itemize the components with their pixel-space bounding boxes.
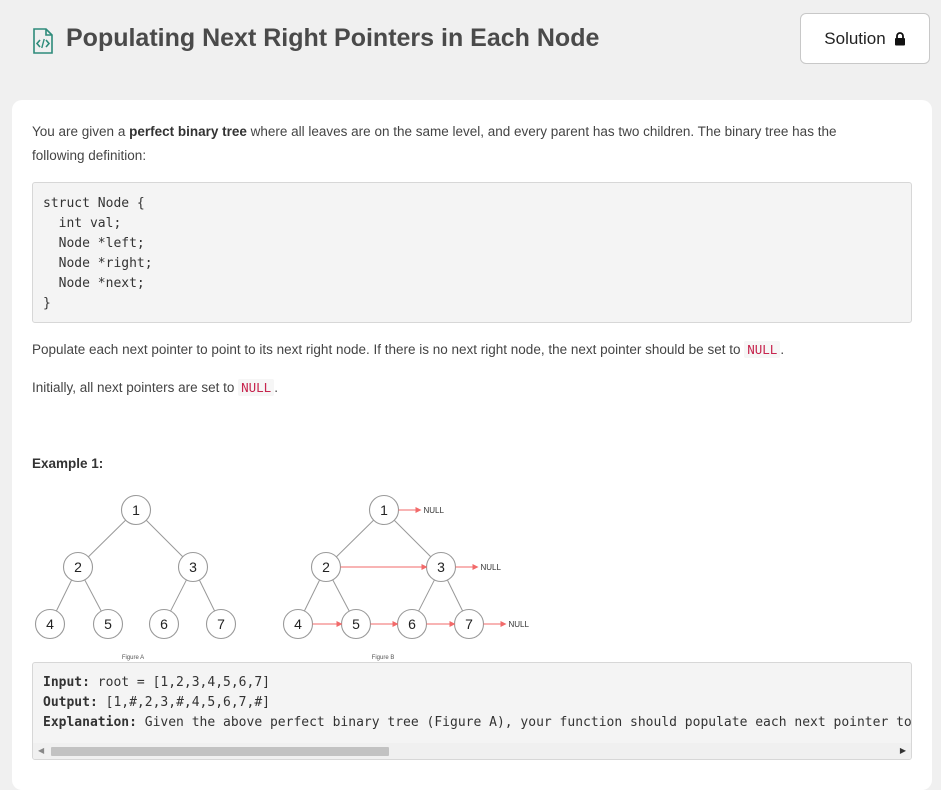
chevron-left-icon[interactable]: ◀	[38, 746, 44, 755]
figure-a-edge	[87, 519, 127, 558]
figure-a-node-label: 3	[189, 559, 197, 575]
figure-a-node-label: 2	[74, 559, 82, 575]
figure-b-node-label: 3	[437, 559, 445, 575]
figure-a-node-label: 5	[104, 616, 112, 632]
null-inline-code: NULL	[238, 379, 275, 396]
populate-paragraph: Populate each next pointer to point to i…	[32, 339, 784, 361]
figure-a-edge	[170, 579, 187, 612]
figure-b-edge	[393, 519, 432, 558]
output-value: [1,#,2,3,#,4,5,6,7,#]	[97, 695, 270, 710]
figure-a-node-label: 7	[217, 616, 225, 632]
figure-a-edge	[198, 579, 216, 612]
figure-b-edge	[446, 579, 464, 612]
output-label: Output:	[43, 695, 98, 710]
figure-b-node-label: 1	[380, 502, 388, 518]
null-label: NULL	[509, 620, 530, 629]
example-title: Example 1:	[32, 456, 104, 471]
explanation-label: Explanation:	[43, 715, 137, 730]
initial-text: Initially, all next pointers are set to	[32, 380, 239, 395]
example-io-block: Input: root = [1,2,3,4,5,6,7] Output: [1…	[32, 662, 912, 760]
tree-diagram: 1 2 3 4 5 6 7 1 2 3 4 5 6 7 NULL NULL NULL Figure A Figure…	[34, 494, 530, 661]
chevron-right-icon[interactable]: ▶	[900, 746, 906, 755]
input-line: Input: root = [1,2,3,4,5,6,7]	[43, 673, 911, 693]
description-bold-text: perfect binary tree	[129, 124, 247, 139]
figure-b-node-label: 6	[408, 616, 416, 632]
populate-text: Populate each next pointer to point to i…	[32, 342, 745, 357]
input-value: root = [1,2,3,4,5,6,7]	[89, 675, 270, 690]
null-label: NULL	[481, 563, 502, 572]
null-label: NULL	[424, 506, 445, 515]
explanation-value: Given the above perfect binary tree (Fig…	[136, 715, 912, 730]
populate-period: .	[780, 342, 785, 357]
solution-label: Solution	[824, 28, 886, 48]
figure-a-edge	[145, 519, 184, 558]
example-io-lines: Input: root = [1,2,3,4,5,6,7] Output: [1…	[43, 673, 912, 733]
figure-b-caption: Figure B	[372, 655, 395, 661]
figure-b-node-label: 5	[352, 616, 360, 632]
figure-a-node-label: 4	[46, 616, 54, 632]
solution-button[interactable]: Solution	[800, 13, 930, 64]
struct-definition-code: struct Node { int val; Node *left; Node …	[32, 182, 912, 323]
explanation-line: Explanation: Given the above perfect bin…	[43, 713, 912, 733]
figure-b-node-label: 4	[294, 616, 302, 632]
figure-a-node-label: 6	[160, 616, 168, 632]
null-inline-code: NULL	[744, 341, 781, 358]
output-line: Output: [1,#,2,3,#,4,5,6,7,#]	[43, 693, 911, 713]
figure-b-node-label: 7	[465, 616, 473, 632]
input-label: Input:	[43, 675, 90, 690]
figure-b-node-label: 2	[322, 559, 330, 575]
horizontal-scrollbar[interactable]: ◀ ▶	[33, 743, 911, 759]
example-figure: 1 2 3 4 5 6 7 1 2 3 4 5 6 7 NULL NULL NULL Figure A Figure…	[28, 488, 548, 663]
figure-b-edge	[335, 519, 375, 558]
code-file-icon	[33, 28, 53, 54]
scrollbar-thumb[interactable]	[51, 747, 389, 756]
figure-a-caption: Figure A	[122, 655, 144, 661]
description-paragraph: You are given a perfect binary tree wher…	[32, 120, 892, 168]
figure-b-edge	[303, 579, 321, 612]
page-header: Populating Next Right Pointers in Each N…	[0, 0, 941, 100]
page-title: Populating Next Right Pointers in Each N…	[66, 24, 600, 52]
lock-icon	[894, 31, 905, 45]
figure-a-edge	[55, 579, 73, 612]
figure-a-node-label: 1	[132, 502, 140, 518]
initial-period: .	[274, 380, 278, 395]
figure-a-edge	[84, 579, 102, 612]
figure-b-edge	[332, 579, 350, 612]
figure-b-edge	[418, 579, 435, 612]
description-text: You are given a	[32, 124, 130, 139]
initial-paragraph: Initially, all next pointers are set to …	[32, 377, 278, 399]
